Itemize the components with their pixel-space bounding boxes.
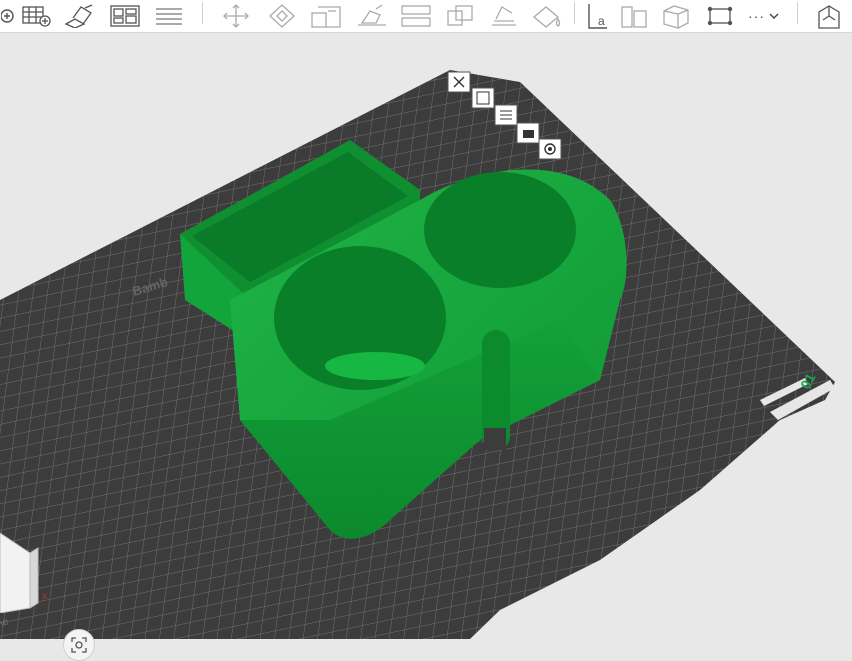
3d-viewport[interactable]: Bamb 01 one x bbox=[0, 33, 852, 661]
build-scene bbox=[0, 70, 835, 639]
settings-plate-icon[interactable] bbox=[537, 137, 563, 161]
axis-x-label: x bbox=[42, 591, 47, 602]
close-plate-icon[interactable] bbox=[446, 70, 472, 94]
slot-opening bbox=[484, 428, 506, 450]
small-cup-hole bbox=[424, 172, 576, 288]
large-cup-floor bbox=[325, 352, 425, 380]
fit-view-button[interactable] bbox=[63, 629, 95, 661]
